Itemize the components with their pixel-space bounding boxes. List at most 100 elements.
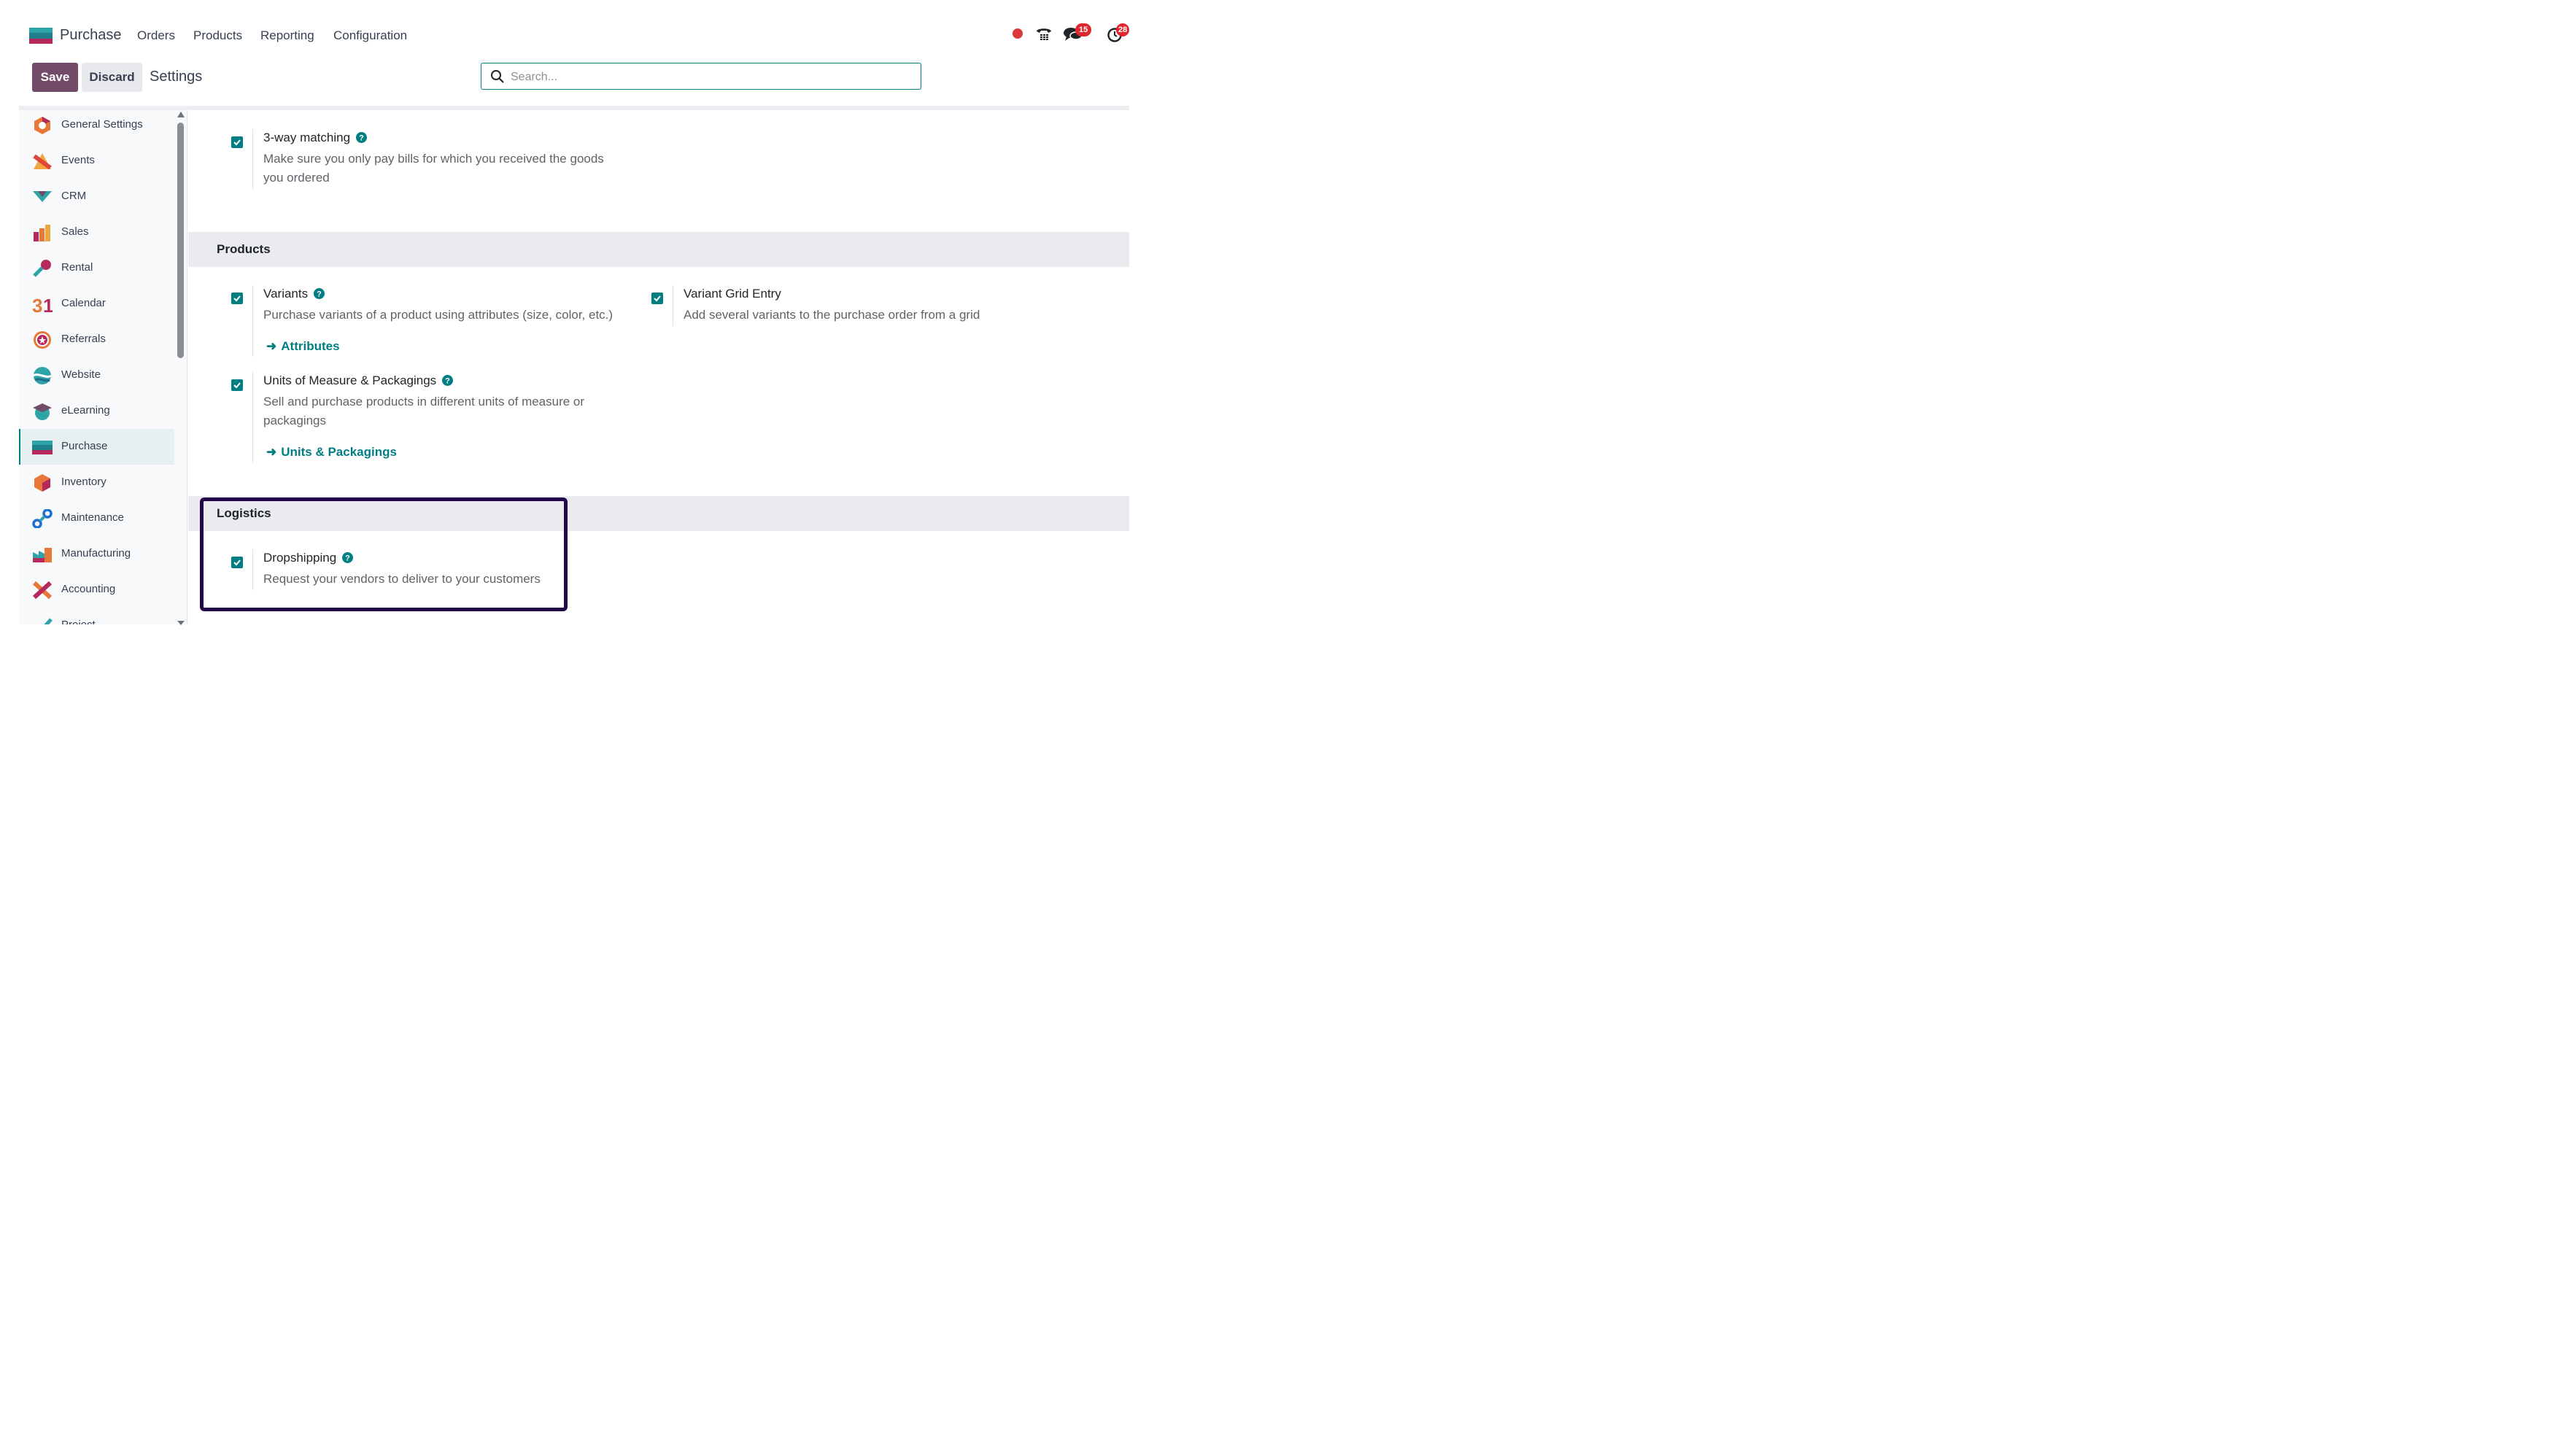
attributes-link[interactable]: ➜ Attributes	[266, 339, 340, 354]
help-icon[interactable]: ?	[356, 131, 368, 143]
sidebar-label: Accounting	[61, 583, 116, 595]
variants-checkbox[interactable]	[231, 293, 243, 304]
sidebar-label: Manufacturing	[61, 547, 131, 559]
website-globe-icon	[33, 367, 52, 384]
setting-divider	[252, 129, 253, 189]
sidebar-label: Sales	[61, 225, 89, 238]
svg-text:1: 1	[43, 295, 53, 314]
sidebar-scroll-thumb[interactable]	[177, 123, 184, 358]
recording-dot-icon[interactable]	[1013, 28, 1023, 39]
inventory-box-icon	[34, 474, 50, 492]
sidebar-item-manufacturing[interactable]: Manufacturing	[19, 536, 174, 572]
sidebar-item-rental[interactable]: Rental	[19, 250, 174, 286]
3way-matching-checkbox[interactable]	[231, 136, 243, 148]
menu-products[interactable]: Products	[193, 28, 242, 43]
arrow-right-icon: ➜	[266, 445, 277, 459]
sidebar-item-elearning[interactable]: eLearning	[19, 393, 174, 429]
app-name[interactable]: Purchase	[60, 27, 122, 44]
search-icon	[491, 70, 504, 83]
sidebar-item-events[interactable]: Events	[19, 143, 174, 179]
sidebar-item-general-settings[interactable]: General Settings	[19, 110, 174, 143]
sidebar-item-sales[interactable]: Sales	[19, 214, 174, 250]
sidebar-item-project[interactable]: Project	[19, 608, 174, 624]
sidebar-item-maintenance[interactable]: Maintenance	[19, 500, 174, 536]
setting-divider	[252, 372, 253, 462]
sidebar-label: CRM	[61, 190, 87, 202]
sidebar-label: General Settings	[61, 118, 143, 131]
setting-title: Units of Measure & Packagings?	[263, 373, 454, 388]
search-bar[interactable]	[481, 63, 921, 90]
setting-description: Make sure you only pay bills for which y…	[263, 152, 604, 185]
sidebar-label: eLearning	[61, 404, 110, 417]
check-icon	[233, 295, 241, 302]
help-icon[interactable]: ?	[314, 287, 325, 299]
section-header-products: Products	[188, 232, 1129, 267]
referrals-icon	[34, 331, 51, 349]
sidebar-label: Purchase	[61, 440, 108, 452]
setting-description: Purchase variants of a product using att…	[263, 308, 613, 322]
discard-button[interactable]: Discard	[82, 63, 142, 92]
project-icon	[44, 618, 53, 624]
chat-badge: 15	[1075, 23, 1092, 36]
sidebar-item-accounting[interactable]: Accounting	[19, 572, 174, 608]
sidebar-label: Referrals	[61, 333, 106, 345]
sidebar-label: Inventory	[61, 476, 107, 488]
sidebar-label: Rental	[61, 261, 93, 274]
sidebar-label: Events	[61, 154, 95, 166]
scroll-down-arrow-icon[interactable]	[177, 621, 185, 625]
sidebar-label: Project	[61, 619, 96, 624]
crm-icon	[33, 191, 52, 202]
variant-grid-checkbox[interactable]	[651, 293, 663, 304]
sidebar-item-crm[interactable]: CRM	[19, 179, 174, 214]
check-icon	[233, 139, 241, 146]
rental-key-icon	[33, 260, 51, 277]
menu-reporting[interactable]: Reporting	[260, 28, 314, 43]
logistics-highlight-box	[200, 497, 568, 611]
sidebar-item-inventory[interactable]: Inventory	[19, 465, 174, 500]
purchase-icon	[32, 441, 53, 454]
setting-title: Variant Grid Entry	[684, 287, 781, 301]
elearning-cap-icon	[33, 403, 52, 420]
uom-checkbox[interactable]	[231, 379, 243, 391]
accounting-icon	[32, 581, 53, 600]
setting-divider	[252, 285, 253, 357]
units-packagings-link[interactable]: ➜ Units & Packagings	[266, 445, 397, 460]
events-icon	[33, 153, 52, 170]
manufacturing-icon	[33, 548, 52, 562]
svg-text:?: ?	[317, 290, 322, 298]
settings-sidebar: General Settings Events CRM Sales Rental	[19, 110, 187, 624]
check-icon	[654, 295, 661, 302]
sidebar-label: Maintenance	[61, 511, 124, 524]
svg-text:?: ?	[359, 133, 364, 142]
svg-text:?: ?	[445, 376, 450, 385]
scroll-up-arrow-icon[interactable]	[177, 112, 185, 117]
setting-description: Add several variants to the purchase ord…	[684, 308, 980, 322]
check-icon	[233, 382, 241, 389]
sidebar-item-purchase[interactable]: Purchase	[19, 429, 174, 465]
maintenance-icon	[32, 509, 53, 528]
menu-orders[interactable]: Orders	[137, 28, 175, 43]
section-title: Products	[217, 242, 271, 256]
svg-text:3: 3	[32, 295, 42, 314]
sidebar-item-calendar[interactable]: 3 1 Calendar	[19, 286, 174, 322]
menu-configuration[interactable]: Configuration	[333, 28, 407, 43]
breadcrumb-settings: Settings	[150, 69, 203, 85]
setting-title: 3-way matching?	[263, 131, 368, 145]
sidebar-label: Calendar	[61, 297, 106, 309]
search-input[interactable]	[509, 68, 906, 87]
phone-icon[interactable]	[1035, 26, 1053, 42]
help-icon[interactable]: ?	[442, 374, 454, 386]
setting-description: Sell and purchase products in different …	[263, 395, 585, 427]
top-navbar: Purchase Orders Products Reporting Confi…	[0, 0, 1130, 70]
save-button[interactable]: Save	[32, 63, 78, 92]
sales-icon	[34, 225, 50, 241]
setting-title: Variants?	[263, 287, 325, 301]
calendar-icon: 3 1	[32, 295, 53, 314]
purchase-app-icon[interactable]	[29, 28, 53, 44]
activity-badge: 28	[1116, 23, 1130, 36]
sidebar-label: Website	[61, 368, 101, 381]
sidebar-item-referrals[interactable]: Referrals	[19, 322, 174, 357]
sidebar-item-website[interactable]: Website	[19, 357, 174, 393]
general-settings-icon	[34, 117, 50, 134]
arrow-right-icon: ➜	[266, 339, 277, 353]
